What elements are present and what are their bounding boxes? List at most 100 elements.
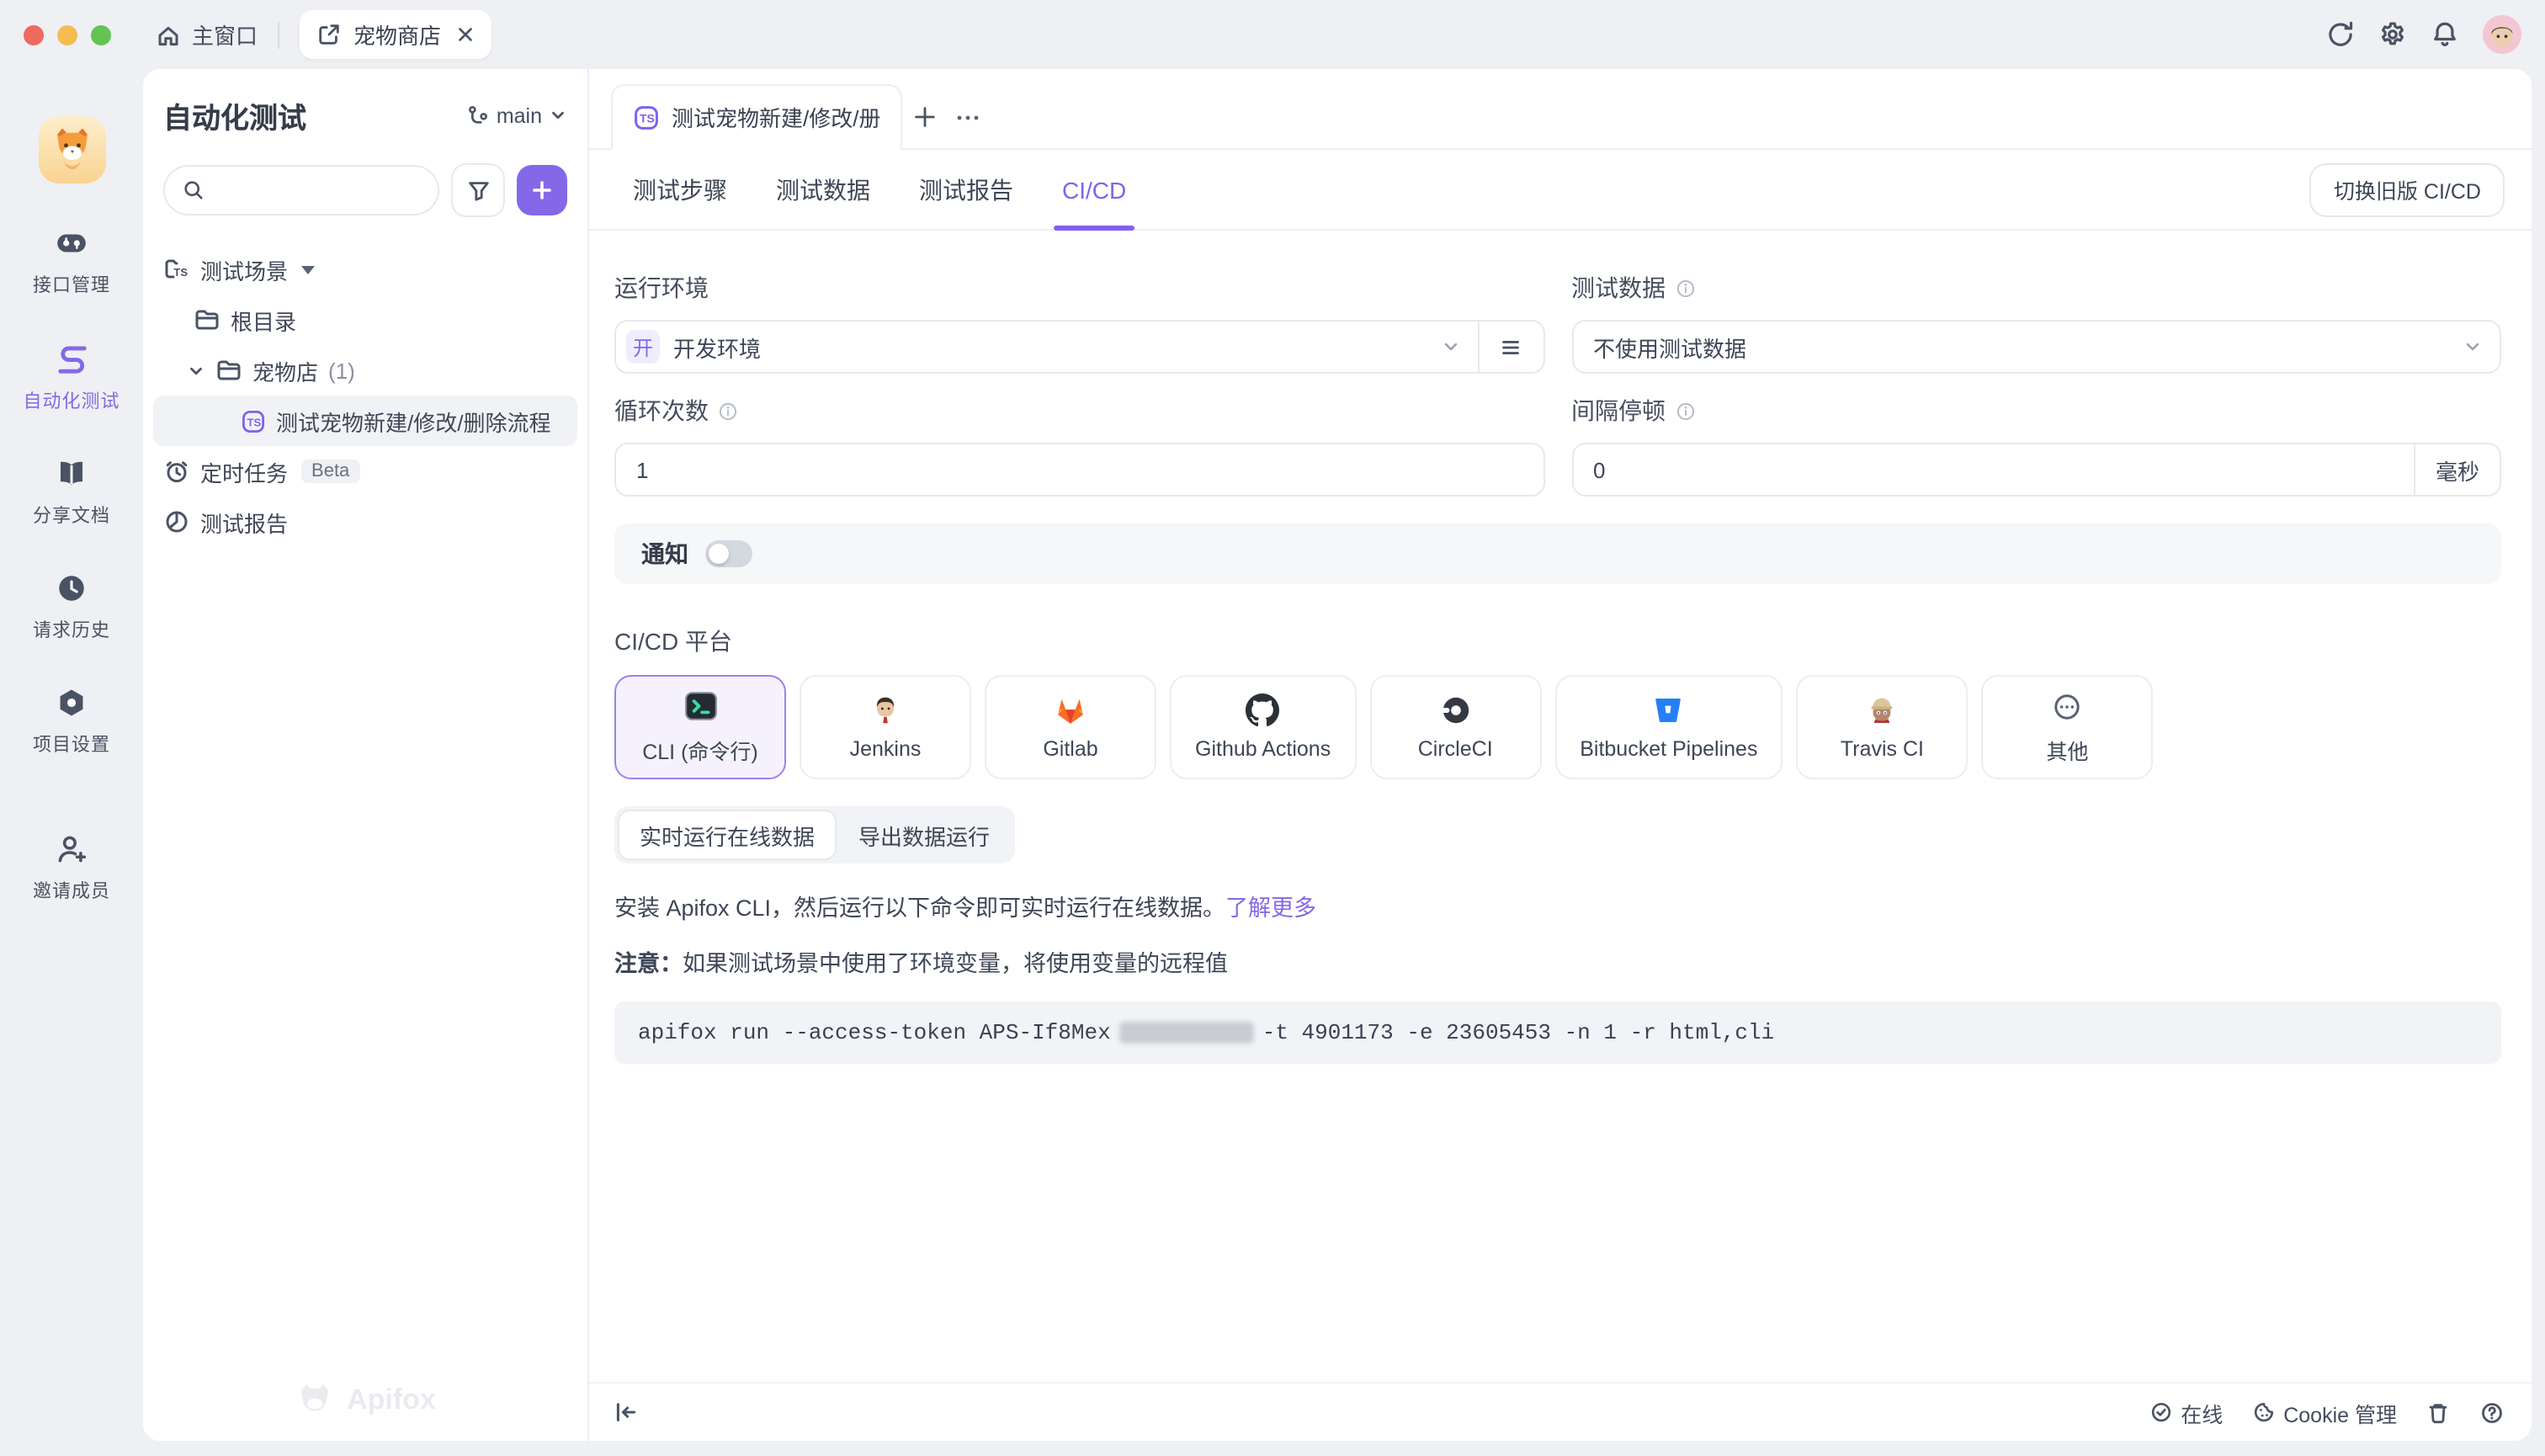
tree-folder-petshop[interactable]: 宠物店 (1) bbox=[163, 345, 567, 396]
platform-card-github-actions[interactable]: Github Actions bbox=[1170, 675, 1356, 779]
titlebar-divider bbox=[278, 21, 279, 48]
minimize-window-button[interactable] bbox=[57, 24, 77, 45]
cookie-manager[interactable]: Cookie 管理 bbox=[2251, 1396, 2397, 1428]
apifox-watermark: Apifox bbox=[143, 1380, 587, 1421]
rail-item-project-settings[interactable]: 项目设置 bbox=[33, 685, 110, 757]
search-input[interactable] bbox=[163, 165, 439, 215]
rail-item-share-docs[interactable]: 分享文档 bbox=[33, 456, 110, 529]
collapse-sidebar-icon[interactable] bbox=[613, 1399, 640, 1426]
maximize-window-button[interactable] bbox=[91, 24, 111, 45]
tab-test-report[interactable]: 测试报告 bbox=[919, 150, 1013, 229]
close-project-tab-icon[interactable] bbox=[456, 25, 475, 44]
interval-input[interactable]: 0 毫秒 bbox=[1571, 443, 2501, 497]
notify-toggle[interactable] bbox=[705, 540, 752, 567]
rail-item-automated-testing[interactable]: 自动化测试 bbox=[24, 340, 120, 414]
platform-label: Gitlab bbox=[1043, 737, 1097, 761]
cli-command-block[interactable]: apifox run --access-token APS-If8Mex -t … bbox=[614, 1002, 2501, 1064]
sync-icon[interactable] bbox=[2326, 20, 2355, 49]
trash-icon[interactable] bbox=[2425, 1400, 2451, 1425]
gitlab-icon bbox=[1054, 693, 1087, 727]
switch-legacy-cicd-button[interactable]: 切换旧版 CI/CD bbox=[2310, 162, 2505, 216]
close-window-button[interactable] bbox=[24, 24, 44, 45]
rail-label: 邀请成员 bbox=[33, 877, 110, 904]
platform-card-travis[interactable]: Travis CI bbox=[1796, 675, 1968, 779]
window-controls bbox=[24, 24, 111, 45]
home-icon bbox=[155, 21, 182, 48]
platform-card-jenkins[interactable]: Jenkins bbox=[800, 675, 971, 779]
titlebar-actions bbox=[2326, 15, 2521, 54]
testdata-select[interactable]: 不使用测试数据 bbox=[1571, 320, 2501, 374]
platform-label: 其他 bbox=[2046, 733, 2088, 765]
tree-section-scheduled-tasks[interactable]: 定时任务 Beta bbox=[163, 446, 567, 497]
tree-label: 根目录 bbox=[231, 304, 296, 336]
folder-count: (1) bbox=[328, 358, 355, 383]
main-window-tab[interactable]: 主窗口 bbox=[155, 19, 258, 50]
learn-more-link[interactable]: 了解更多 bbox=[1225, 895, 1316, 921]
svg-text:TS: TS bbox=[173, 266, 188, 279]
branch-selector[interactable]: main bbox=[466, 104, 567, 127]
main-window-tab-label: 主窗口 bbox=[192, 19, 258, 50]
chevron-down-icon bbox=[187, 361, 205, 380]
folder-open-icon bbox=[215, 357, 242, 384]
tree-folder-root[interactable]: 根目录 bbox=[163, 295, 567, 345]
help-icon[interactable] bbox=[2479, 1400, 2505, 1425]
book-icon bbox=[54, 456, 89, 492]
platform-label: CircleCI bbox=[1418, 737, 1493, 761]
testdata-label: 测试数据 bbox=[1571, 271, 1666, 305]
settings-gear-icon[interactable] bbox=[2378, 20, 2407, 49]
tab-test-data[interactable]: 测试数据 bbox=[776, 150, 870, 229]
run-mode-online[interactable]: 实时运行在线数据 bbox=[618, 810, 837, 860]
test-scenario-icon: TS bbox=[633, 104, 660, 130]
filter-button[interactable] bbox=[451, 163, 505, 217]
platform-label: Bitbucket Pipelines bbox=[1580, 737, 1757, 761]
project-tab[interactable]: 宠物商店 bbox=[300, 10, 491, 59]
caret-down-icon[interactable] bbox=[301, 265, 315, 274]
add-scenario-button[interactable] bbox=[517, 165, 567, 215]
platform-card-bitbucket[interactable]: Bitbucket Pipelines bbox=[1554, 675, 1783, 779]
project-logo[interactable] bbox=[38, 116, 105, 183]
run-mode-export[interactable]: 导出数据运行 bbox=[837, 810, 1012, 860]
module-rail: 接口管理 自动化测试 分享文档 请求历史 项目设置 邀请成员 bbox=[0, 69, 143, 1456]
platform-card-cli[interactable]: CLI (命令行) bbox=[614, 675, 786, 779]
platform-card-other[interactable]: 其他 bbox=[1981, 675, 2153, 779]
loop-count-value: 1 bbox=[636, 457, 1543, 482]
chevron-down-icon bbox=[549, 106, 567, 125]
titlebar: 主窗口 宠物商店 bbox=[0, 0, 2545, 69]
tree-section-scenarios[interactable]: TS 测试场景 bbox=[163, 244, 567, 295]
tree-item-test-case-selected[interactable]: TS 测试宠物新建/修改/删除流程 bbox=[153, 396, 577, 446]
info-icon bbox=[717, 400, 739, 422]
bitbucket-icon bbox=[1652, 693, 1686, 727]
tab-overflow-menu-icon[interactable] bbox=[946, 86, 990, 148]
rail-item-request-history[interactable]: 请求历史 bbox=[33, 571, 110, 643]
alarm-clock-icon bbox=[163, 458, 190, 485]
environment-select[interactable]: 开 开发环境 bbox=[614, 320, 1544, 374]
document-tab-active[interactable]: TS 测试宠物新建/修改/册 bbox=[611, 84, 902, 150]
api-management-icon bbox=[54, 226, 89, 261]
beta-badge: Beta bbox=[301, 460, 359, 483]
platform-card-circleci[interactable]: CircleCI bbox=[1369, 675, 1541, 779]
loop-count-input[interactable]: 1 bbox=[614, 443, 1544, 497]
info-icon bbox=[1674, 400, 1696, 422]
cli-command-suffix: -t 4901173 -e 23605453 -n 1 -r html,cli bbox=[1262, 1020, 1775, 1045]
user-avatar[interactable] bbox=[2483, 15, 2521, 54]
tree-section-test-reports[interactable]: 测试报告 bbox=[163, 497, 567, 547]
branch-name: main bbox=[497, 104, 542, 127]
cli-command-prefix: apifox run --access-token APS-If8Mex bbox=[638, 1020, 1111, 1045]
sidebar-title: 自动化测试 bbox=[163, 94, 306, 136]
rail-item-invite-members[interactable]: 邀请成员 bbox=[33, 832, 110, 904]
interval-unit: 毫秒 bbox=[2414, 444, 2500, 495]
manage-environment-button[interactable] bbox=[1477, 321, 1543, 372]
new-tab-button[interactable] bbox=[902, 86, 946, 148]
online-status[interactable]: 在线 bbox=[2149, 1396, 2223, 1428]
tab-test-steps[interactable]: 测试步骤 bbox=[633, 150, 727, 229]
notifications-bell-icon[interactable] bbox=[2431, 20, 2459, 49]
terminal-icon bbox=[683, 688, 718, 724]
tab-cicd[interactable]: CI/CD bbox=[1062, 150, 1126, 229]
platform-card-gitlab[interactable]: Gitlab bbox=[985, 675, 1156, 779]
report-pie-icon bbox=[163, 508, 190, 535]
env-label: 运行环境 bbox=[614, 271, 709, 305]
git-branch-icon bbox=[466, 104, 490, 127]
platform-cards: CLI (命令行) Jenkins Gitlab Github Actions bbox=[614, 675, 2501, 779]
rail-item-api-management[interactable]: 接口管理 bbox=[33, 226, 110, 298]
redacted-token bbox=[1119, 1022, 1254, 1044]
